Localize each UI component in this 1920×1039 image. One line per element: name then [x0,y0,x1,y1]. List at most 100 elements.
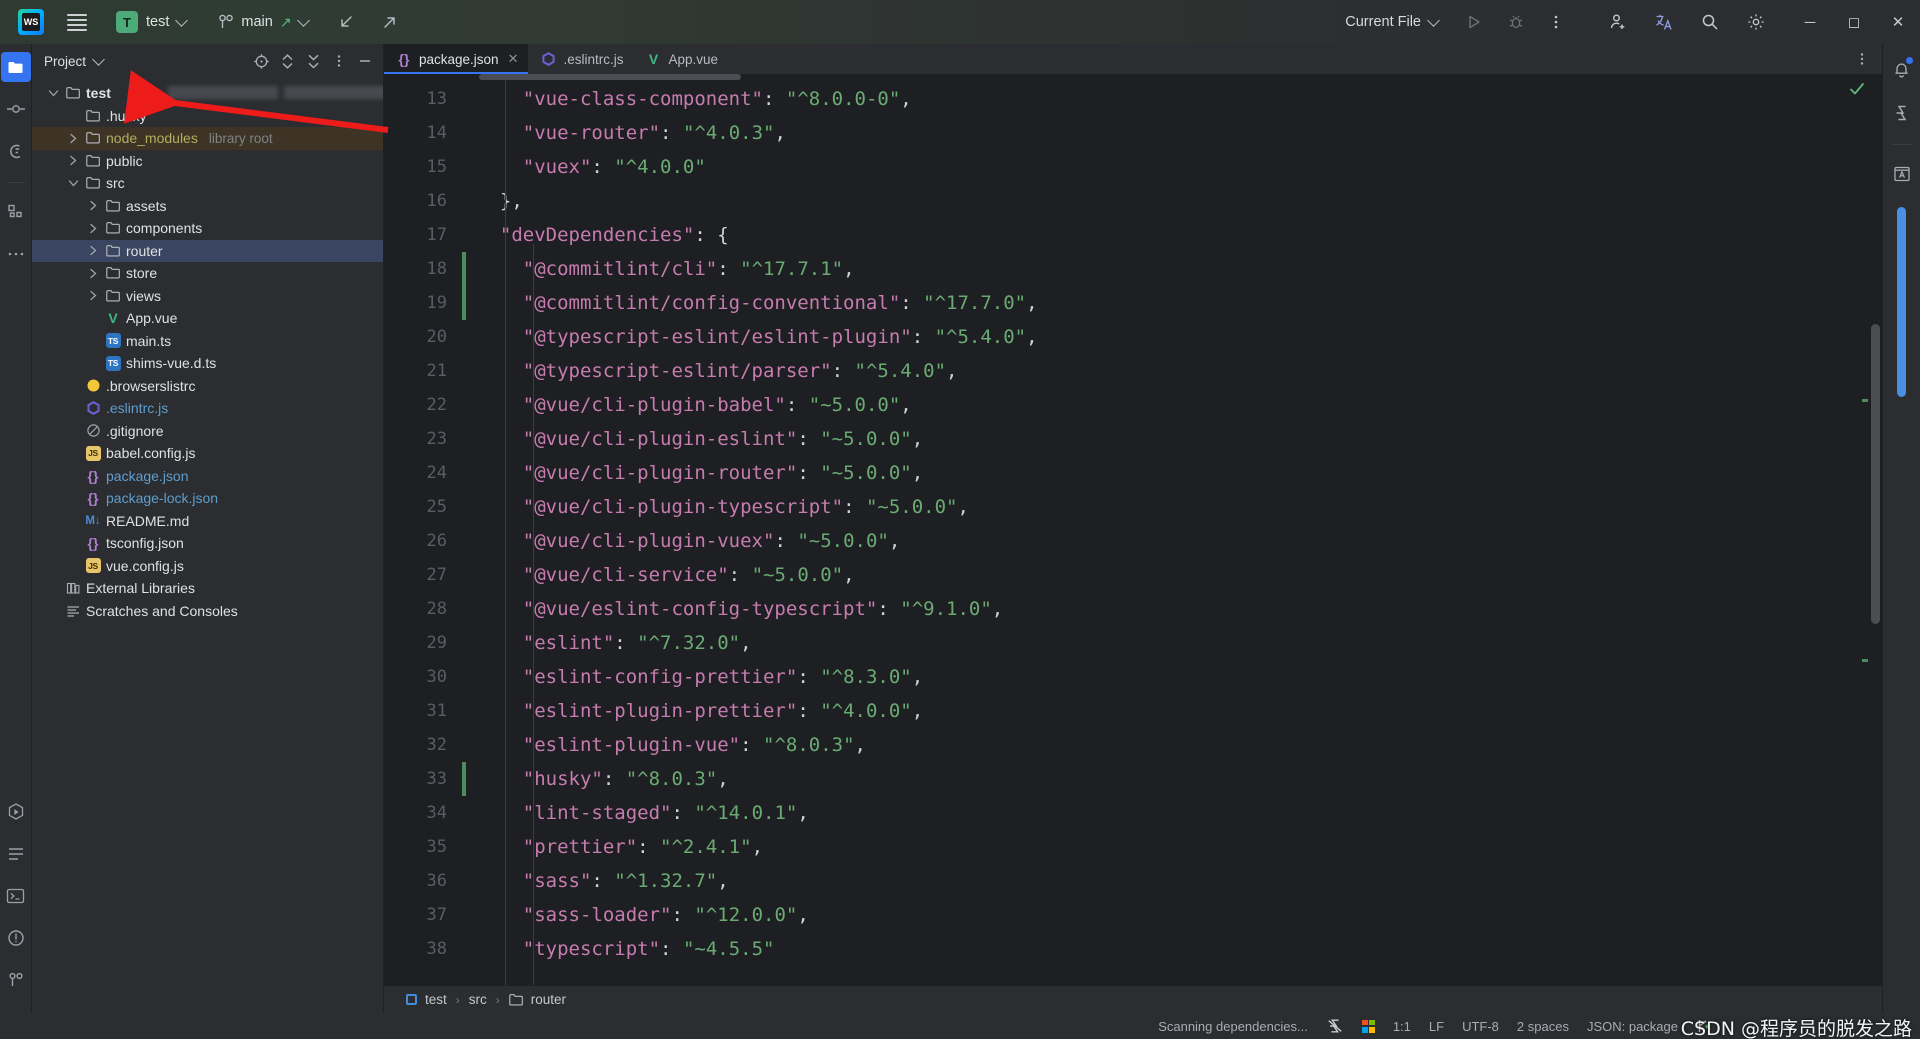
run-button[interactable] [1458,6,1490,38]
close-button[interactable]: ✕ [1876,0,1920,44]
collapse-all-icon[interactable] [301,49,325,73]
run-configuration-selector[interactable]: Current File [1337,10,1446,34]
code-line[interactable]: "devDependencies": { [477,218,1882,252]
file-encoding[interactable]: UTF-8 [1453,1019,1508,1034]
sidebar-item-run[interactable] [1,797,31,827]
chevron-right-icon[interactable] [69,155,78,166]
code-line[interactable]: "@vue/cli-plugin-eslint": "~5.0.0", [477,422,1882,456]
sidebar-item-more[interactable] [1,239,31,269]
share-project-icon[interactable] [374,6,406,38]
tree-item-shims-vue-d-ts[interactable]: TS shims-vue.d.ts [32,352,383,375]
code-line[interactable]: "@vue/cli-service": "~5.0.0", [477,558,1882,592]
tree-item-gitignore[interactable]: .gitignore [32,420,383,443]
chevron-right-icon[interactable] [89,245,98,256]
code-line[interactable]: "typescript": "~4.5.5" [477,932,1882,966]
gear-icon[interactable] [1740,6,1772,38]
project-tree[interactable]: test .husky node_modules library root public… [32,78,383,1013]
sidebar-item-problems[interactable] [1,923,31,953]
horizontal-scrollbar[interactable] [479,74,741,80]
chevron-right-icon[interactable] [86,221,100,235]
debug-button[interactable] [1500,6,1532,38]
tree-item-babel-config-js[interactable]: JS babel.config.js [32,442,383,465]
chevron-down-icon[interactable] [66,176,80,190]
cyclone-icon[interactable] [1887,98,1917,128]
sidebar-item-git[interactable] [1,965,31,995]
code-line[interactable]: "@vue/cli-plugin-typescript": "~5.0.0", [477,490,1882,524]
tree-item-husky[interactable]: .husky [32,105,383,128]
line-separator[interactable]: LF [1420,1019,1453,1034]
tree-item-router[interactable]: router [32,239,383,262]
tree-item-app-vue[interactable]: V App.vue [32,307,383,330]
code-editor[interactable]: 13 14 15 16 17 18 19 20 21 22 23 24 25 26 27 28 29 30 31 32… [384,74,1882,985]
breadcrumb-item-router[interactable]: router [506,991,569,1009]
chevron-down-icon[interactable] [92,52,105,66]
translate-icon[interactable] [1648,6,1680,38]
tree-item-node-modules[interactable]: node_modules library root [32,127,383,150]
tree-item-main-ts[interactable]: TS main.ts [32,330,383,353]
tree-item-readme-md[interactable]: M↓ README.md [32,510,383,533]
search-icon[interactable] [1694,6,1726,38]
breadcrumb-item-test[interactable]: test [400,991,450,1009]
chevron-right-icon[interactable] [86,199,100,213]
code-line[interactable]: "vue-class-component": "^8.0.0-0", [477,82,1882,116]
tree-item-test[interactable]: test [32,82,383,105]
code-line[interactable]: "husky": "^8.0.3", [477,762,1882,796]
sidebar-item-terminal[interactable] [1,881,31,911]
sidebar-item-structure[interactable] [1,197,31,227]
code-content[interactable]: "vue-class-component": "^8.0.0-0", "vue-… [477,74,1882,985]
code-line[interactable]: "vue-router": "^4.0.3", [477,116,1882,150]
sidebar-item-todo[interactable] [1,839,31,869]
caret-position[interactable]: 1:1 [1384,1019,1420,1034]
code-line[interactable]: }, [477,184,1882,218]
tab-package-json[interactable]: {} package.json ✕ [384,44,529,74]
maximize-button[interactable]: ◻ [1832,0,1876,44]
breadcrumb-item-src[interactable]: src [466,991,490,1008]
sidebar-item-commit[interactable] [1,94,31,124]
tree-item-src[interactable]: src [32,172,383,195]
tree-item-tsconfig-json[interactable]: {} tsconfig.json [32,532,383,555]
tabs-more-icon[interactable] [1850,47,1874,71]
right-rail-scrollbar[interactable] [1897,207,1906,397]
tree-item-eslintrc-js[interactable]: .eslintrc.js [32,397,383,420]
sidebar-item-project[interactable] [0,52,31,82]
inspection-ok-icon[interactable] [1848,80,1866,103]
changed-line-marker[interactable] [462,252,466,286]
tree-item-external-libraries[interactable]: External Libraries [32,577,383,600]
chevron-right-icon[interactable] [86,289,100,303]
tree-item-views[interactable]: views [32,285,383,308]
tree-item-browserslistrc[interactable]: .browserslistrc [32,375,383,398]
close-tab-icon[interactable]: ✕ [508,51,519,67]
branch-selector[interactable]: main ↗ [210,10,315,35]
add-user-icon[interactable] [1602,6,1634,38]
tree-item-store[interactable]: store [32,262,383,285]
more-vertical-icon[interactable] [327,49,351,73]
code-line[interactable]: "@vue/cli-plugin-babel": "~5.0.0", [477,388,1882,422]
code-line[interactable]: "vuex": "^4.0.0" [477,150,1882,184]
indent-setting[interactable]: 2 spaces [1508,1019,1578,1034]
code-line[interactable]: "eslint": "^7.32.0", [477,626,1882,660]
chevron-right-icon[interactable] [86,266,100,280]
code-line[interactable]: "@vue/eslint-config-typescript": "^9.1.0… [477,592,1882,626]
code-line[interactable]: "sass": "^1.32.7", [477,864,1882,898]
code-line[interactable]: "@commitlint/cli": "^17.7.1", [477,252,1882,286]
project-selector[interactable]: T test [108,7,194,37]
code-line[interactable]: "lint-staged": "^14.0.1", [477,796,1882,830]
tree-item-assets[interactable]: assets [32,195,383,218]
update-project-icon[interactable] [330,6,362,38]
chevron-right-icon[interactable] [89,290,98,301]
more-vertical-icon[interactable] [1540,6,1572,38]
minimize-button[interactable]: ─ [1788,0,1832,44]
target-icon[interactable] [249,49,273,73]
code-line[interactable]: "eslint-plugin-prettier": "^4.0.0", [477,694,1882,728]
sidebar-item-cyclone[interactable] [1,136,31,166]
tree-item-public[interactable]: public [32,150,383,173]
chevron-right-icon[interactable] [86,244,100,258]
code-line[interactable]: "sass-loader": "^12.0.0", [477,898,1882,932]
windows-icon[interactable] [1353,1019,1384,1033]
hamburger-menu-icon[interactable] [60,5,94,39]
chevron-right-icon[interactable] [89,268,98,279]
chevron-down-icon[interactable] [68,179,79,188]
chevron-right-icon[interactable] [89,223,98,234]
code-line[interactable]: "@typescript-eslint/eslint-plugin": "^5.… [477,320,1882,354]
chevron-down-icon[interactable] [48,89,59,98]
